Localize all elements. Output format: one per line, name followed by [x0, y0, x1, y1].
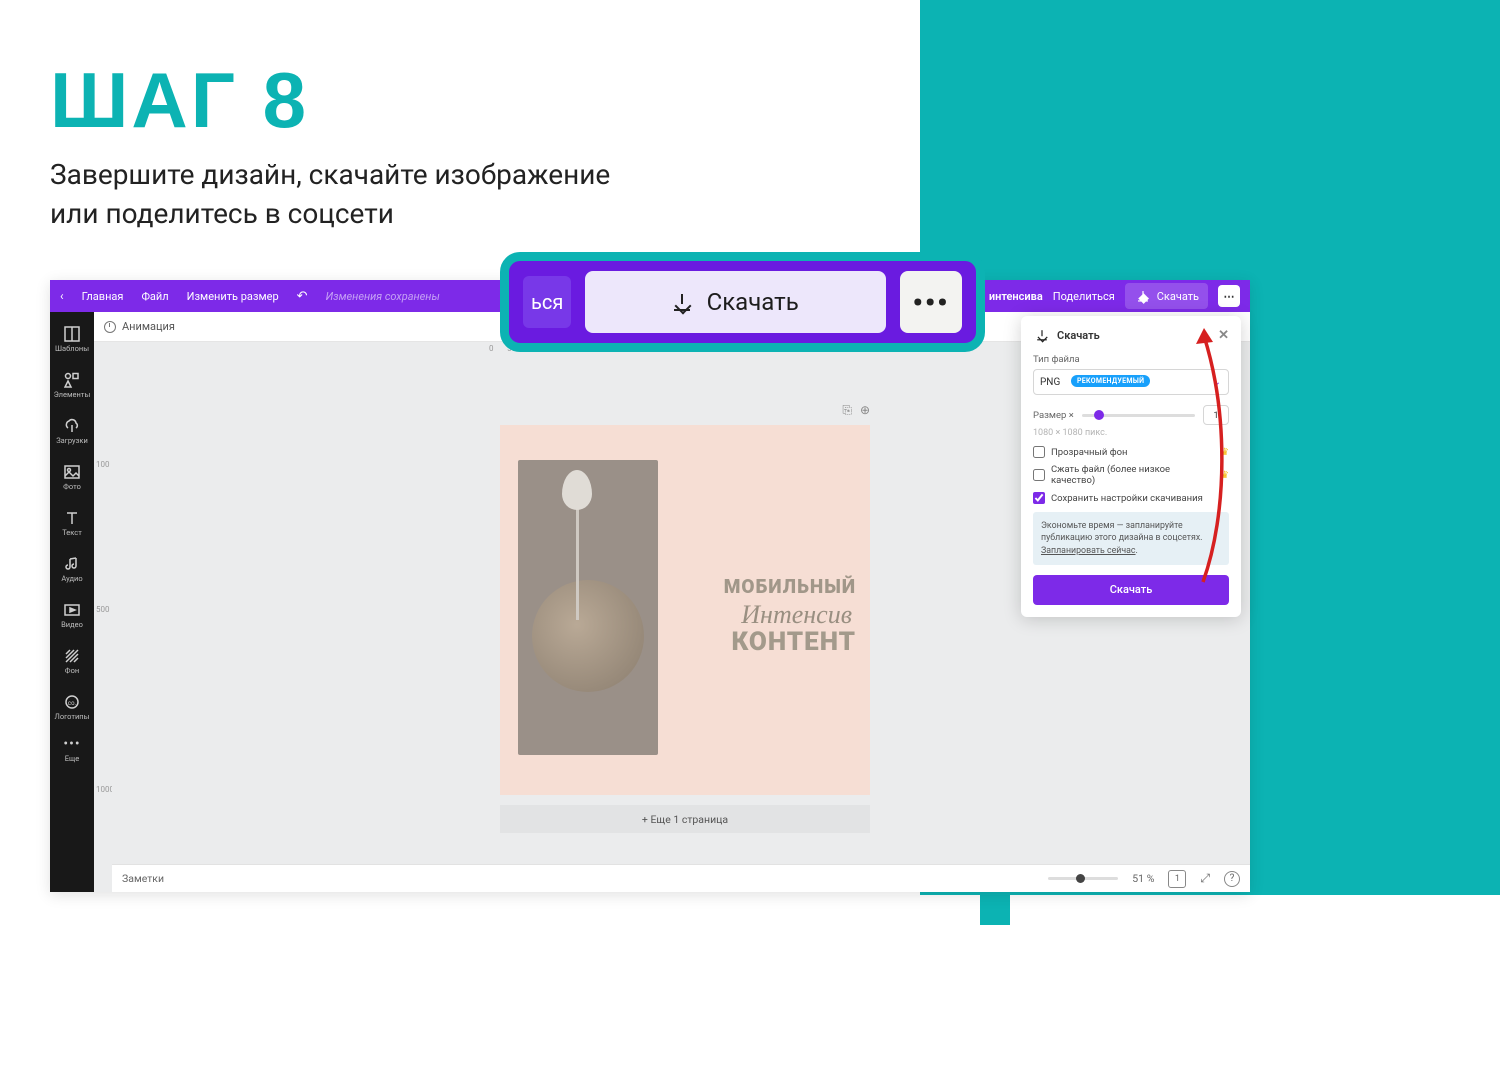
topbar-title-hint: интенсива — [989, 290, 1043, 303]
canvas-photo[interactable] — [518, 460, 658, 755]
canvas-text-2[interactable]: Интенсив — [741, 600, 852, 630]
zoom-slider[interactable] — [1048, 877, 1118, 880]
sidebar-item-label: Фон — [65, 666, 79, 675]
dimensions-text: 1080 × 1080 пикс. — [1033, 428, 1229, 438]
transparent-bg-checkbox[interactable]: Прозрачный фон ♛ — [1033, 446, 1229, 458]
help-icon[interactable]: ? — [1224, 871, 1240, 887]
download-icon — [1137, 290, 1148, 301]
undo-icon[interactable]: ↶ — [297, 289, 308, 304]
sidebar-item-label: Фото — [63, 482, 81, 491]
sidebar-item-label: Элементы — [54, 390, 91, 399]
more-menu-button[interactable]: ⋯ — [1218, 285, 1240, 307]
sidebar-uploads[interactable]: Загрузки — [50, 408, 94, 454]
sidebar-audio[interactable]: Аудио — [50, 546, 94, 592]
checkbox-label: Сжать файл (более низкое качество) — [1051, 464, 1214, 486]
save-settings-checkbox[interactable]: Сохранить настройки скачивания — [1033, 492, 1229, 504]
callout-download-label: Скачать — [707, 288, 799, 316]
download-button[interactable]: Скачать — [1125, 283, 1208, 309]
download-icon — [673, 293, 691, 311]
download-panel: Скачать ✕ Тип файла PNG РЕКОМЕНДУЕМЫЙ ⌄ … — [1021, 316, 1241, 617]
size-value[interactable]: 1 — [1203, 405, 1229, 425]
vertical-ruler: 100 500 1000 — [94, 360, 112, 864]
sidebar-more[interactable]: •••Еще — [50, 730, 94, 768]
share-button[interactable]: Поделиться — [1053, 290, 1115, 303]
sidebar-item-label: Видео — [61, 620, 83, 629]
filetype-label: Тип файла — [1033, 354, 1229, 365]
nav-home[interactable]: Главная — [82, 290, 124, 303]
sidebar-item-label: Логотипы — [55, 712, 90, 721]
recommended-badge: РЕКОМЕНДУЕМЫЙ — [1071, 375, 1150, 387]
ruler-tick: 100 — [96, 460, 110, 469]
photo-mirror — [532, 580, 644, 692]
page-subtitle-line2: или поделитесь в соцсети — [50, 194, 610, 233]
download-panel-title: Скачать — [1057, 329, 1100, 342]
ruler-tick: 0 — [489, 344, 494, 353]
duplicate-icon[interactable]: ⎘ — [842, 403, 852, 418]
sidebar: Шаблоны Элементы Загрузки Фото Текст Ауд… — [50, 312, 94, 892]
page-title: ШАГ 8 — [50, 55, 309, 146]
canvas-frame[interactable]: ⎘ ⊕ МОБИЛЬНЫЙ Интенсив КОНТЕНТ — [500, 425, 870, 795]
svg-text:co.: co. — [68, 700, 77, 707]
size-label: Размер × — [1033, 410, 1074, 421]
canvas-text-1[interactable]: МОБИЛЬНЫЙ — [724, 575, 856, 598]
sidebar-background[interactable]: Фон — [50, 638, 94, 684]
sidebar-item-label: Текст — [62, 528, 82, 537]
canvas-mini-toolbar: ⎘ ⊕ — [842, 403, 870, 418]
schedule-link[interactable]: Запланировать сейчас — [1041, 546, 1136, 556]
back-chevron-icon[interactable]: ‹ — [60, 289, 64, 303]
sidebar-video[interactable]: Видео — [50, 592, 94, 638]
download-icon — [1037, 330, 1048, 341]
sidebar-item-label: Еще — [65, 754, 80, 763]
compress-checkbox[interactable]: Сжать файл (более низкое качество) ♛ — [1033, 464, 1229, 486]
promo-text: Экономьте время — запланируйте публикаци… — [1041, 521, 1203, 543]
close-icon[interactable]: ✕ — [1218, 328, 1229, 343]
nav-file[interactable]: Файл — [141, 290, 168, 303]
sidebar-templates[interactable]: Шаблоны — [50, 316, 94, 362]
crown-icon: ♛ — [1220, 470, 1229, 481]
zoom-value: 51 % — [1132, 872, 1154, 885]
sidebar-item-label: Загрузки — [56, 436, 88, 445]
nav-resize[interactable]: Изменить размер — [187, 290, 279, 303]
animation-icon — [104, 321, 116, 333]
page-count[interactable]: 1 — [1168, 870, 1186, 888]
sidebar-logos[interactable]: co. Логотипы — [50, 684, 94, 730]
bg-accent-small — [980, 895, 1010, 925]
sidebar-elements[interactable]: Элементы — [50, 362, 94, 408]
callout-tag: ься — [523, 276, 571, 328]
crown-icon: ♛ — [1220, 447, 1229, 458]
add-page-button[interactable]: + Еще 1 страница — [500, 805, 870, 833]
topbar-right: интенсива Поделиться Скачать ⋯ — [989, 280, 1240, 312]
fullscreen-icon[interactable]: ⤢ — [1200, 871, 1210, 886]
callout-download-button[interactable]: Скачать — [585, 271, 886, 333]
notes-button[interactable]: Заметки — [122, 872, 164, 885]
photo-flower — [562, 470, 592, 510]
app-window: ‹ Главная Файл Изменить размер ↶ Изменен… — [50, 280, 1250, 892]
schedule-promo: Экономьте время — запланируйте публикаци… — [1033, 512, 1229, 565]
animation-button[interactable]: Анимация — [122, 320, 175, 333]
download-confirm-button[interactable]: Скачать — [1033, 575, 1229, 605]
page-subtitle-line1: Завершите дизайн, скачайте изображение — [50, 155, 610, 194]
sidebar-photos[interactable]: Фото — [50, 454, 94, 500]
checkbox-label: Сохранить настройки скачивания — [1051, 493, 1203, 504]
sidebar-item-label: Шаблоны — [55, 344, 89, 353]
ruler-tick: 500 — [96, 605, 110, 614]
sidebar-text[interactable]: Текст — [50, 500, 94, 546]
sidebar-item-label: Аудио — [61, 574, 82, 583]
checkbox-label: Прозрачный фон — [1051, 447, 1128, 458]
page-subtitle: Завершите дизайн, скачайте изображение и… — [50, 155, 610, 233]
canvas-text-3[interactable]: КОНТЕНТ — [731, 627, 856, 657]
callout-download-highlight: ься Скачать ••• — [500, 252, 985, 352]
bottom-bar: Заметки 51 % 1 ⤢ ? — [112, 864, 1250, 892]
callout-more-button[interactable]: ••• — [900, 271, 962, 333]
download-button-label: Скачать — [1157, 290, 1199, 303]
size-slider[interactable] — [1082, 414, 1195, 417]
saved-status: Изменения сохранены — [326, 290, 440, 303]
add-icon[interactable]: ⊕ — [860, 403, 870, 418]
